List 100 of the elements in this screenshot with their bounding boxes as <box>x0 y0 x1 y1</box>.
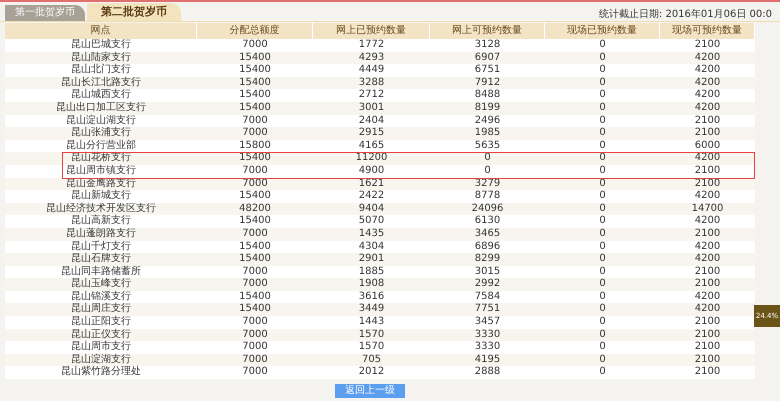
table-cell-text: 0 <box>598 76 607 90</box>
table-cell-text: 0 <box>598 102 607 115</box>
table-cell-text: 0 <box>598 178 607 190</box>
table-cell-text: 0 <box>598 89 607 102</box>
table-cell-text: 昆山张浦支行 <box>70 127 132 140</box>
table-cell-text: 8488 <box>474 89 502 102</box>
table-cell-text: 昆山陆家支行 <box>70 52 132 64</box>
table-cell-text: 0 <box>598 240 607 254</box>
table-cell-text: 昆山石牌支行 <box>70 253 132 266</box>
table-cell-text: 3001 <box>358 102 386 115</box>
table-cell-text: 昆山紫竹路分理处 <box>60 366 142 380</box>
table-cell-text: 7000 <box>241 341 269 354</box>
table-cell-text: 昆山千灯支行 <box>70 240 132 252</box>
table-cell-text: 15400 <box>238 102 272 115</box>
table-cell-text: 0 <box>598 266 607 278</box>
table-cell-text: 2100 <box>694 316 722 329</box>
table-cell-text: 昆山周庄支行 <box>70 303 132 316</box>
table-cell-text: 3449 <box>358 303 386 316</box>
table-cell-text: 15400 <box>238 253 272 266</box>
table-cell-text: 3457 <box>474 316 502 329</box>
table-cell-text: 1570 <box>358 328 386 342</box>
table-cell-text: 4293 <box>358 52 386 64</box>
table-cell-text: 0 <box>598 316 607 329</box>
table-cell-text: 7000 <box>241 266 269 278</box>
table-cell-text: 3465 <box>474 228 502 240</box>
table-cell-text: 昆山淀湖支行 <box>70 354 132 366</box>
table-cell-text: 昆山同丰路储蓄所 <box>60 266 142 278</box>
table-cell-text: 4200 <box>694 190 722 203</box>
tab[interactable]: 第一批贺岁币 <box>5 5 85 21</box>
table-cell-text: 0 <box>598 303 607 316</box>
table-cell-text: 昆山玉峰支行 <box>70 278 132 290</box>
table-cell-text: 7000 <box>241 366 269 380</box>
table-cell-text: 昆山锦溪支行 <box>70 290 132 302</box>
table-cell-text: 昆山城西支行 <box>70 89 132 102</box>
table-cell-text: 6130 <box>474 215 502 228</box>
table-cell-text: 7751 <box>474 303 502 316</box>
table-cell-text: 昆山经济技术开发区支行 <box>45 202 157 214</box>
table-cell-text: 2100 <box>694 114 722 128</box>
table-cell-text: 0 <box>483 152 492 165</box>
table-cell-text: 8199 <box>474 102 502 115</box>
table-cell-text: 7000 <box>241 39 269 52</box>
table-cell-text: 24096 <box>470 202 504 216</box>
table-cell-text: 0 <box>598 164 607 178</box>
table-cell-text: 0 <box>598 228 607 240</box>
table-cell-text: 昆山分行营业部 <box>65 140 137 152</box>
table-cell-text: 2100 <box>694 328 722 342</box>
table-cell-text: 昆山长江北路支行 <box>60 76 142 88</box>
table-cell-text: 15400 <box>238 152 272 165</box>
table-cell-text: 7000 <box>241 354 269 366</box>
table-cell-text: 0 <box>598 140 607 152</box>
table-cell-text: 2992 <box>474 278 502 291</box>
table-cell-text: 0 <box>598 215 607 228</box>
table-cell-text: 7584 <box>474 290 502 304</box>
table-cell-text: 8778 <box>474 190 502 203</box>
table-cell-text: 7000 <box>241 278 269 291</box>
table-cell-text: 1570 <box>358 341 386 354</box>
table-cell-text: 0 <box>598 127 607 140</box>
table-cell-text: 1435 <box>358 228 386 240</box>
table-cell-text: 1885 <box>358 266 386 278</box>
table-cell-text: 2915 <box>358 127 386 140</box>
table-cell-text: 6000 <box>694 140 722 152</box>
table-cell-text: 2422 <box>358 190 386 203</box>
table-cell-text: 0 <box>598 52 607 64</box>
table-cell-text: 2100 <box>694 164 722 178</box>
table-cell-text: 4304 <box>358 240 386 254</box>
tab[interactable]: 第二批贺岁币 <box>87 3 181 21</box>
table-cell-text: 昆山正阳支行 <box>70 316 132 328</box>
table-cell-text: 3330 <box>474 341 502 354</box>
table-cell-text: 15400 <box>238 64 272 77</box>
table-cell-text: 昆山正仪支行 <box>70 328 132 340</box>
table-cell-text: 4200 <box>694 290 722 304</box>
table-cell-text: 1772 <box>358 39 386 52</box>
table-cell-text: 0 <box>598 328 607 342</box>
table-cell-text: 4200 <box>694 102 722 115</box>
table-cell-text: 4165 <box>358 140 386 152</box>
table-cell-text: 15400 <box>238 240 272 254</box>
table-cell-text: 48200 <box>238 202 272 216</box>
table-cell-text: 昆山周市镇支行 <box>65 164 137 178</box>
table-cell-text: 0 <box>598 39 607 52</box>
table-cell-text: 0 <box>598 202 607 216</box>
table-cell-text: 705 <box>360 354 382 366</box>
table-cell-text: 2100 <box>694 178 722 190</box>
table-cell-text: 1443 <box>358 316 386 329</box>
table-cell-text: 8299 <box>474 253 502 266</box>
table-cell-text: 2100 <box>694 278 722 291</box>
table-cell-text: 2901 <box>358 253 386 266</box>
table-cell-text: 5070 <box>358 215 386 228</box>
table-cell-text: 15800 <box>238 140 272 152</box>
table-cell-text: 昆山周市支行 <box>70 341 132 354</box>
table-cell-text: 昆山北门支行 <box>70 64 132 76</box>
table-cell-text: 0 <box>598 290 607 304</box>
table-cell-text: 6751 <box>474 64 502 77</box>
table-cell-text: 9404 <box>358 202 386 216</box>
table-cell-text: 4200 <box>694 52 722 64</box>
table-cell-text: 昆山出口加工区支行 <box>55 102 147 114</box>
table-cell-text: 0 <box>598 278 607 291</box>
table-cell-text: 15400 <box>238 89 272 102</box>
back-button[interactable]: 返回上一级 <box>335 384 405 398</box>
table-cell-text: 7000 <box>241 316 269 329</box>
table-cell-text: 15400 <box>238 190 272 203</box>
